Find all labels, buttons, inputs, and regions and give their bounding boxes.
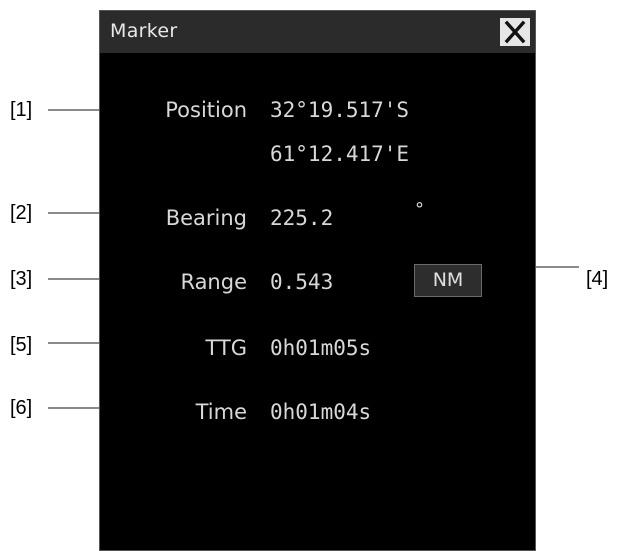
callout-3: [3] [10, 268, 33, 290]
position-latitude: 32°19.517'S [270, 98, 410, 122]
ttg-value: 0h01m05s [270, 336, 372, 360]
stage: [1] [2] [3] [4] [5] [6] Marker Position … [0, 0, 622, 551]
callout-4: [4] [586, 268, 609, 290]
range-unit-button[interactable]: NM [414, 264, 482, 297]
range-label: Range [180, 270, 247, 294]
position-label: Position [165, 98, 247, 122]
position-longitude: 61°12.417'E [270, 142, 410, 166]
marker-panel: Marker Position 32°19.517'S 61°12.417'E … [99, 10, 536, 551]
bearing-label: Bearing [165, 206, 247, 230]
callout-5: [5] [10, 334, 33, 356]
callout-1: [1] [10, 99, 33, 121]
bearing-unit: ° [415, 199, 424, 220]
close-icon [504, 20, 526, 44]
ttg-label: TTG [205, 336, 247, 360]
time-label: Time [195, 400, 247, 424]
time-value: 0h01m04s [270, 400, 372, 424]
range-value: 0.543 [270, 270, 334, 294]
title-bar: Marker [100, 11, 535, 53]
callout-6: [6] [10, 397, 33, 419]
close-button[interactable] [500, 18, 530, 46]
callout-2: [2] [10, 202, 33, 224]
panel-title: Marker [110, 20, 178, 42]
bearing-value: 225.2 [270, 206, 334, 230]
